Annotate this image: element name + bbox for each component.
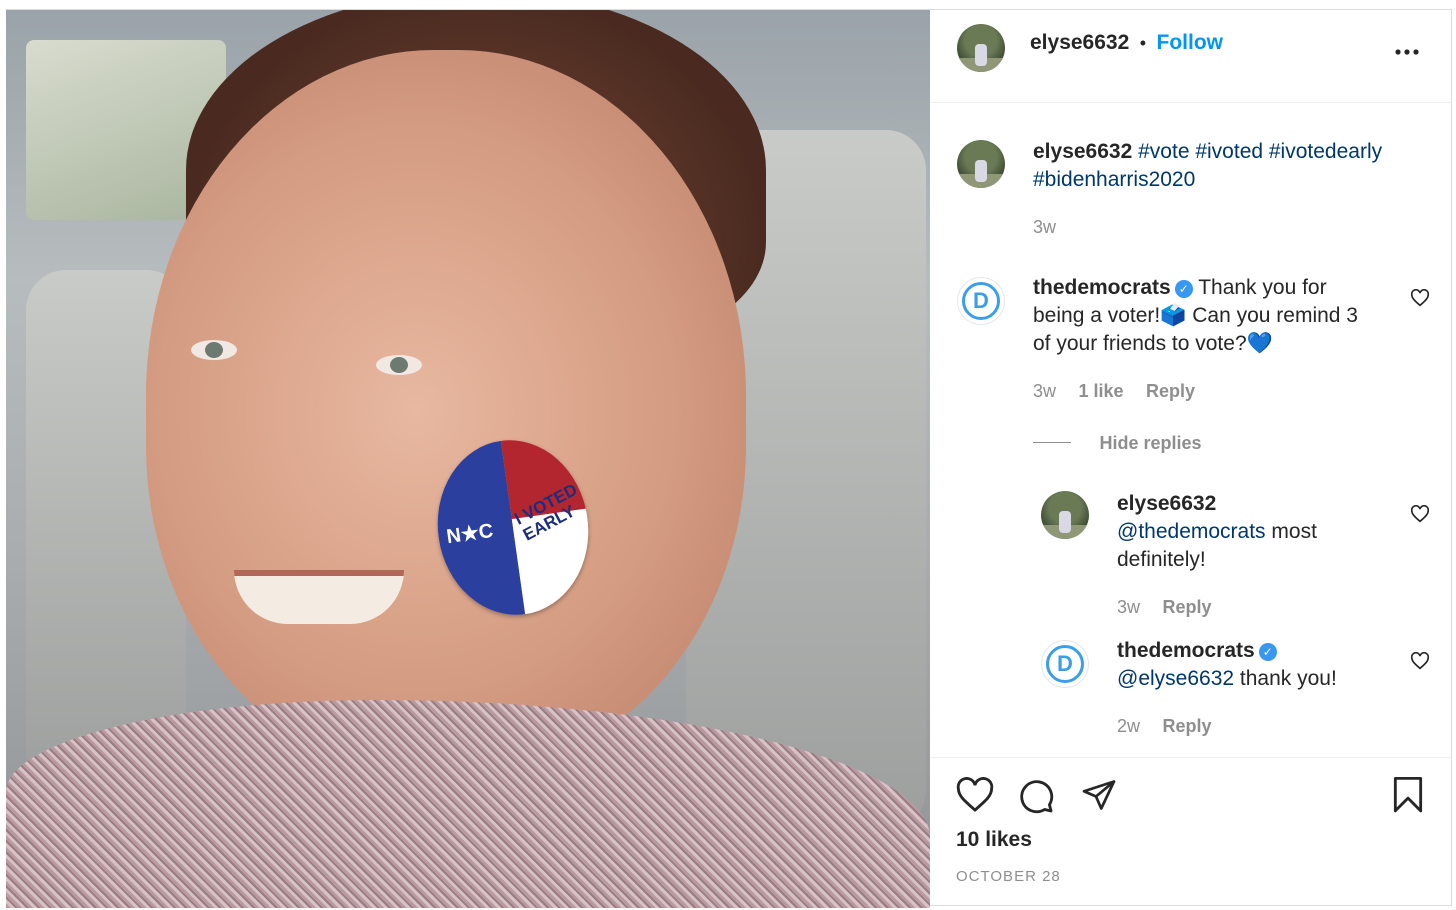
- comment-like-heart-icon[interactable]: [1410, 289, 1430, 307]
- democrats-logo-icon: D: [1057, 651, 1073, 676]
- post-header: elyse6632 • Follow: [931, 10, 1451, 103]
- eye-right: [376, 355, 422, 375]
- actions-divider: [931, 757, 1451, 758]
- replies-line: [1033, 442, 1071, 443]
- reply-like-heart-icon[interactable]: [1410, 505, 1430, 523]
- verified-badge-icon: ✓: [1258, 643, 1277, 661]
- reply2-text: thedemocrats ✓ @elyse6632 thank you!: [1117, 639, 1337, 690]
- follow-button[interactable]: Follow: [1157, 31, 1224, 54]
- hide-replies-toggle[interactable]: Hide replies: [1033, 433, 1202, 454]
- reply2-like-heart-icon[interactable]: [1410, 652, 1430, 670]
- reply-username[interactable]: elyse6632: [1117, 492, 1216, 515]
- separator-dot: •: [1139, 33, 1147, 53]
- caption-hashtags[interactable]: #vote #ivoted #ivotedearly: [1138, 140, 1382, 163]
- caption-username[interactable]: elyse6632: [1033, 140, 1132, 163]
- reply2-time[interactable]: 2w: [1117, 716, 1140, 736]
- caption-avatar[interactable]: [957, 140, 1005, 188]
- reply-reply-button[interactable]: Reply: [1162, 597, 1211, 617]
- voted-sticker: N★C I VOTED EARLY: [426, 430, 600, 625]
- comment-bubble-icon[interactable]: [1017, 777, 1055, 815]
- reply2-username[interactable]: thedemocrats: [1117, 639, 1255, 662]
- reply2-meta: 2w Reply: [1117, 716, 1212, 737]
- reply-time[interactable]: 3w: [1117, 597, 1140, 617]
- author-line: elyse6632 • Follow: [1030, 31, 1223, 55]
- post-side-panel: elyse6632 • Follow elyse6632 #vote #ivot…: [931, 10, 1451, 906]
- author-avatar[interactable]: [957, 24, 1005, 72]
- eye-left: [191, 340, 237, 360]
- verified-badge-icon: ✓: [1174, 280, 1193, 298]
- commenter-avatar[interactable]: D: [957, 277, 1005, 325]
- like-heart-icon[interactable]: [956, 777, 994, 813]
- reply-meta: 3w Reply: [1117, 597, 1212, 618]
- face: [146, 50, 746, 770]
- comment-reply-button[interactable]: Reply: [1146, 381, 1195, 401]
- democrats-logo-icon: D: [973, 288, 989, 313]
- share-send-icon[interactable]: [1080, 777, 1118, 813]
- reply2-avatar[interactable]: D: [1041, 640, 1089, 688]
- reply-text: elyse6632 @thedemocrats most definitely!: [1117, 492, 1317, 571]
- caption-text: elyse6632 #vote #ivoted #ivotedearly #bi…: [1033, 138, 1433, 194]
- comment-likes[interactable]: 1 like: [1078, 381, 1123, 401]
- likes-count[interactable]: 10 likes: [956, 828, 1032, 852]
- reply-avatar[interactable]: [1041, 491, 1089, 539]
- reply-mention[interactable]: @thedemocrats: [1117, 520, 1266, 543]
- save-bookmark-icon[interactable]: [1391, 776, 1425, 814]
- reply2-mention[interactable]: @elyse6632: [1117, 667, 1234, 690]
- post-date[interactable]: OCTOBER 28: [956, 868, 1061, 885]
- caption-hashtag-2[interactable]: #bidenharris2020: [1033, 168, 1195, 191]
- post-photo[interactable]: N★C I VOTED EARLY: [6, 10, 930, 908]
- reply2-reply-button[interactable]: Reply: [1162, 716, 1211, 736]
- more-options-icon[interactable]: [1395, 32, 1419, 63]
- caption-time[interactable]: 3w: [1033, 217, 1056, 238]
- comment-time[interactable]: 3w: [1033, 381, 1056, 401]
- comment-text: thedemocrats ✓ Thank you for being a vote…: [1033, 276, 1358, 355]
- comment-meta: 3w 1 like Reply: [1033, 381, 1195, 402]
- comment-username[interactable]: thedemocrats: [1033, 276, 1171, 299]
- author-username[interactable]: elyse6632: [1030, 31, 1129, 54]
